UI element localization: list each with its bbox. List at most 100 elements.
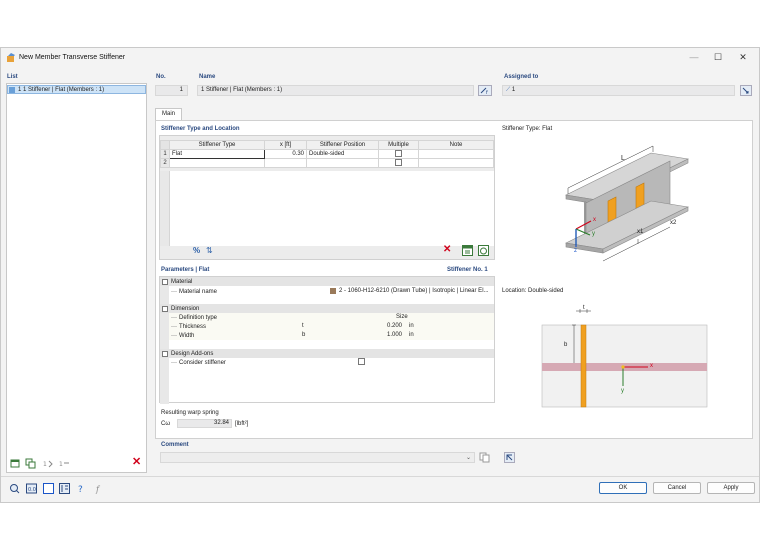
color-box-icon[interactable] — [43, 483, 54, 494]
thickness-unit: in — [409, 323, 414, 329]
svg-text:?: ? — [78, 485, 83, 494]
multiple-checkbox[interactable] — [395, 150, 402, 158]
export-table-icon[interactable] — [478, 245, 489, 256]
assigned-value: 1 — [511, 87, 516, 93]
dimension-group[interactable]: Dimension — [160, 304, 494, 313]
no-label: No. — [156, 74, 166, 80]
select-members-icon[interactable] — [740, 85, 752, 96]
svg-text:f: f — [486, 90, 488, 96]
col-note: Note — [418, 140, 494, 150]
delete-item-icon[interactable]: ✕ — [132, 455, 141, 468]
copy-comment-icon[interactable] — [479, 452, 490, 463]
list-panel: 1 1 Stiffener | Flat (Members : 1) — [6, 83, 147, 473]
ok-button[interactable]: OK — [599, 482, 647, 494]
maximize-button[interactable]: ☐ — [711, 52, 725, 63]
note-cell[interactable] — [418, 149, 494, 159]
copy-item-icon[interactable] — [25, 458, 36, 469]
no-field[interactable]: 1 — [155, 85, 188, 96]
apply-button[interactable]: Apply — [707, 482, 755, 494]
sort-numbers-icon[interactable]: 1 — [43, 458, 54, 469]
display-options-icon[interactable] — [59, 483, 70, 494]
x-cell[interactable]: 0.30 — [264, 149, 307, 159]
figure-options-icon[interactable] — [504, 452, 515, 463]
window-title: New Member Transverse Stiffener — [19, 54, 126, 61]
thickness-symbol: t — [302, 323, 304, 329]
material-group[interactable]: Material — [160, 277, 494, 286]
row-number: 1 — [160, 149, 170, 159]
footer-divider — [1, 476, 759, 477]
width-value[interactable]: 1.000 — [387, 332, 402, 338]
svg-text:1: 1 — [43, 461, 47, 468]
collapse-icon[interactable] — [162, 278, 168, 285]
comment-label: Comment — [161, 442, 189, 448]
dialog-window: New Member Transverse Stiffener — ☐ ✕ Li… — [0, 47, 760, 503]
close-window-button[interactable]: ✕ — [736, 52, 750, 63]
comment-field[interactable]: ⌄ — [160, 452, 475, 463]
axis-z-label: z — [574, 248, 577, 254]
warp-spring-label: Resulting warp spring — [161, 410, 219, 416]
thickness-value[interactable]: 0.200 — [387, 323, 402, 329]
delete-row-icon[interactable]: ✕ — [443, 244, 451, 255]
collapse-icon[interactable] — [162, 350, 168, 357]
width-row[interactable]: — Width b 1.000 in — [169, 331, 494, 340]
width-unit: in — [409, 332, 414, 338]
multiple-cell[interactable] — [378, 149, 419, 159]
stiffener-type-cell[interactable]: Flat — [169, 149, 265, 159]
row-number: 2 — [160, 158, 170, 168]
position-cell[interactable]: Double-sided — [306, 149, 379, 159]
cancel-button[interactable]: Cancel — [653, 482, 701, 494]
stiffener-type-cell[interactable] — [169, 158, 265, 168]
dim-l-label: L — [621, 155, 625, 162]
material-name-value: 2 - 1060-H12-6210 (Drawn Tube) | Isotrop… — [339, 288, 489, 294]
new-item-icon[interactable] — [10, 458, 21, 469]
section-figure — [541, 309, 708, 408]
table-row[interactable]: 1 Flat 0.30 Double-sided — [160, 149, 494, 159]
width-symbol: b — [302, 332, 306, 338]
renumber-icon[interactable]: 1 — [59, 458, 70, 469]
dimension-group-label: Dimension — [171, 305, 200, 312]
app-icon — [7, 53, 15, 62]
width-label: Width — [179, 332, 195, 339]
dim-x2-label: x2 — [670, 220, 677, 226]
grid-empty-area — [169, 171, 494, 246]
warp-spring-value: 32.84 — [177, 419, 232, 428]
help-icon[interactable]: ? — [77, 483, 88, 494]
svg-text:1: 1 — [59, 461, 63, 468]
multiple-cell[interactable] — [378, 158, 419, 168]
axis-x-label: x — [593, 217, 596, 223]
units-icon[interactable]: 0.0 — [26, 483, 37, 494]
material-group-label: Material — [171, 278, 193, 285]
col-x: x [ft] — [264, 140, 307, 150]
thickness-row[interactable]: — Thickness t 0.200 in — [169, 322, 494, 331]
name-field[interactable]: 1 Stiffener | Flat (Members : 1) — [197, 85, 474, 96]
definition-type-value[interactable]: Size — [396, 314, 408, 320]
assigned-field[interactable]: ⟋ 1 — [502, 85, 735, 96]
dim-t-label: t — [583, 305, 585, 311]
warp-spring-symbol: Cω — [161, 421, 171, 427]
definition-type-label: Definition type — [179, 314, 218, 321]
dim-x1-label: x1 — [637, 229, 644, 235]
position-cell[interactable] — [306, 158, 379, 168]
svg-text:f: f — [95, 485, 101, 494]
collapse-icon[interactable] — [162, 305, 168, 312]
function-icon[interactable]: f — [95, 483, 106, 494]
multiple-checkbox[interactable] — [395, 159, 402, 167]
consider-stiffener-row[interactable]: — Consider stiffener — [169, 358, 494, 367]
note-cell[interactable] — [418, 158, 494, 168]
edit-name-icon[interactable]: f — [478, 85, 492, 96]
material-name-row[interactable]: — Material name 2 - 1060-H12-6210 (Drawn… — [169, 287, 494, 296]
consider-stiffener-checkbox[interactable] — [358, 358, 365, 365]
import-table-icon[interactable] — [462, 245, 473, 256]
definition-type-row[interactable]: — Definition type Size — [169, 313, 494, 322]
table-row[interactable]: 2 — [160, 158, 494, 168]
comment-dropdown-icon[interactable]: ⌄ — [466, 454, 471, 461]
percent-icon[interactable]: % — [193, 246, 200, 255]
tab-main[interactable]: Main — [155, 108, 182, 120]
sort-icon[interactable]: ⇅ — [206, 246, 213, 255]
minimize-button[interactable]: — — [687, 52, 701, 62]
addons-group[interactable]: Design Add-ons — [160, 349, 494, 358]
x-cell[interactable] — [264, 158, 307, 168]
member-icon: ⟋ — [506, 87, 511, 93]
search-icon[interactable] — [9, 483, 20, 494]
list-item[interactable]: 1 1 Stiffener | Flat (Members : 1) — [7, 85, 146, 94]
